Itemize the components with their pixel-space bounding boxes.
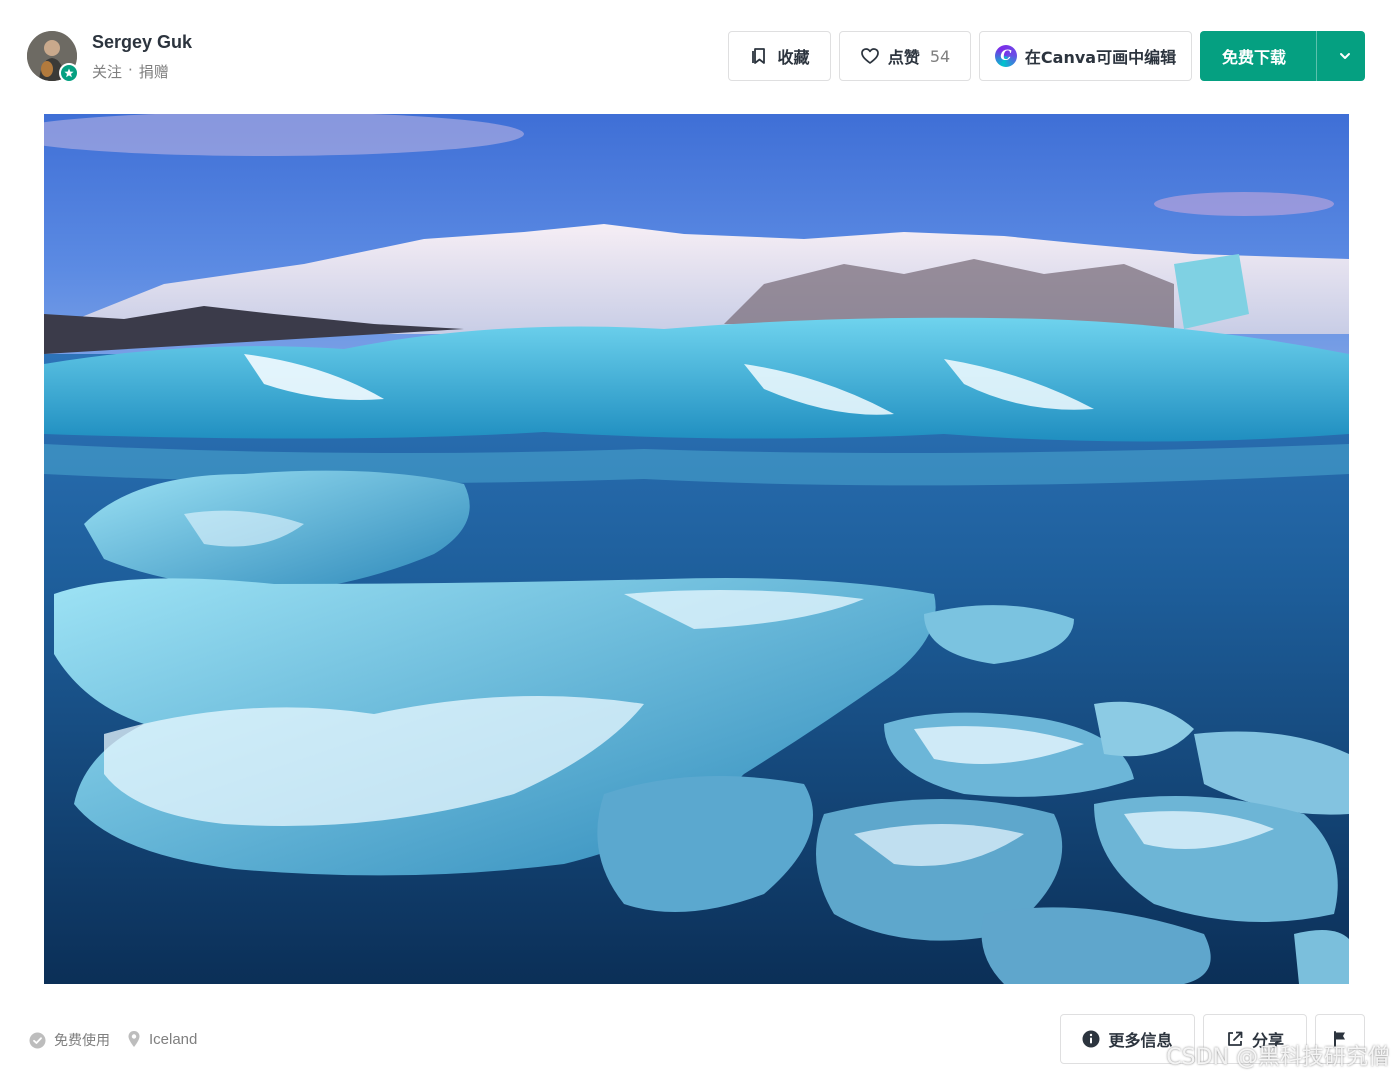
check-circle-icon (29, 1032, 46, 1048)
like-count: 54 (929, 46, 951, 66)
follow-link[interactable]: 关注 (92, 61, 122, 82)
bookmark-button[interactable]: 收藏 (728, 31, 831, 81)
bookmark-label: 收藏 (777, 48, 810, 67)
author-avatar[interactable] (27, 31, 79, 83)
heart-icon (860, 48, 879, 64)
author-name[interactable]: Sergey Guk (92, 32, 192, 53)
location-pin-icon (128, 1031, 140, 1047)
location-info[interactable]: Iceland (127, 1030, 197, 1048)
info-icon (1082, 1030, 1100, 1048)
download-options-toggle[interactable] (1325, 31, 1365, 81)
verified-star-icon (59, 63, 79, 83)
license-info[interactable]: 免费使用 (29, 1030, 110, 1050)
location-label: Iceland (149, 1030, 198, 1048)
watermark-text: CSDN @黑科技研究僧 (1166, 1045, 1390, 1070)
like-label: 点赞 (887, 48, 920, 67)
bookmark-icon (752, 48, 766, 64)
canva-logo-icon: C (994, 45, 1017, 67)
download-main[interactable]: 免费下载 (1200, 31, 1308, 81)
free-download-button[interactable]: 免费下载 (1200, 31, 1365, 81)
license-label: 免费使用 (54, 1033, 110, 1049)
photo-image (44, 114, 1349, 984)
more-info-label: 更多信息 (1108, 1031, 1173, 1050)
separator-dot: · (128, 61, 133, 79)
download-divider (1316, 31, 1317, 81)
author-actions: 关注 · 捐赠 (92, 61, 169, 82)
photo-header: Sergey Guk 关注 · 捐赠 收藏 点赞 54 C 在Canva可画中编… (0, 0, 1394, 110)
main-photo[interactable] (44, 114, 1349, 984)
canva-label: 在Canva可画中编辑 (1024, 48, 1177, 67)
edit-in-canva-button[interactable]: C 在Canva可画中编辑 (979, 31, 1192, 81)
download-label: 免费下载 (1221, 48, 1286, 67)
like-button[interactable]: 点赞 54 (839, 31, 971, 81)
chevron-down-icon (1340, 53, 1350, 59)
donate-link[interactable]: 捐赠 (139, 61, 169, 82)
